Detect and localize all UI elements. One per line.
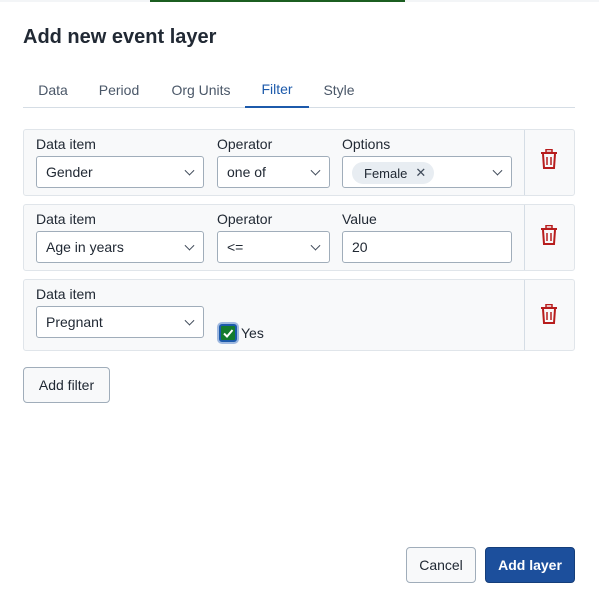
tab-style[interactable]: Style: [313, 72, 365, 108]
chevron-down-icon: [184, 240, 195, 251]
trash-icon[interactable]: [540, 304, 558, 324]
operator-select[interactable]: one of: [217, 156, 330, 188]
options-label: Options: [342, 136, 391, 152]
data-item-value: Age in years: [46, 239, 124, 255]
value-label: Value: [342, 211, 377, 227]
options-multiselect[interactable]: Female ✕: [342, 156, 512, 188]
option-chip-label: Female: [364, 165, 408, 181]
filter-row-gender: Data item Gender Operator one of Options…: [23, 129, 575, 196]
trash-icon[interactable]: [540, 225, 558, 245]
top-edge: [0, 0, 599, 2]
row-divider: [524, 130, 525, 195]
yes-checkbox[interactable]: [219, 324, 237, 342]
data-item-select[interactable]: Age in years: [36, 231, 204, 263]
tab-period[interactable]: Period: [87, 72, 151, 108]
chevron-down-icon: [492, 165, 503, 176]
operator-label: Operator: [217, 211, 273, 227]
filter-row-pregnant: Data item Pregnant Yes: [23, 279, 575, 351]
data-item-label: Data item: [36, 136, 96, 152]
checkmark-icon: [223, 329, 234, 338]
tab-org-units[interactable]: Org Units: [163, 72, 239, 108]
tab-filter[interactable]: Filter: [245, 72, 309, 108]
value-input[interactable]: 20: [342, 231, 512, 263]
data-item-label: Data item: [36, 211, 96, 227]
operator-select[interactable]: <=: [217, 231, 330, 263]
dialog-title: Add new event layer: [23, 26, 217, 48]
chevron-down-icon: [310, 240, 321, 251]
operator-value: one of: [227, 164, 266, 180]
option-chip[interactable]: Female ✕: [352, 162, 435, 184]
operator-value: <=: [227, 239, 244, 255]
data-item-select[interactable]: Gender: [36, 156, 204, 188]
trash-icon[interactable]: [540, 149, 558, 169]
cancel-button[interactable]: Cancel: [406, 547, 476, 583]
chevron-down-icon: [184, 165, 195, 176]
row-divider: [524, 280, 525, 350]
data-item-label: Data item: [36, 286, 96, 302]
filter-row-age: Data item Age in years Operator <= Value…: [23, 204, 575, 271]
add-layer-button[interactable]: Add layer: [485, 547, 575, 583]
checkbox-label: Yes: [241, 325, 264, 341]
tab-bar: Data Period Org Units Filter Style: [23, 72, 575, 108]
chevron-down-icon: [310, 165, 321, 176]
operator-label: Operator: [217, 136, 273, 152]
row-divider: [524, 205, 525, 270]
chevron-down-icon: [184, 315, 195, 326]
tab-data[interactable]: Data: [23, 72, 83, 108]
data-item-select[interactable]: Pregnant: [36, 306, 204, 338]
close-icon[interactable]: ✕: [415, 165, 426, 181]
add-filter-button[interactable]: Add filter: [23, 367, 110, 403]
data-item-value: Gender: [46, 164, 93, 180]
data-item-value: Pregnant: [46, 314, 103, 330]
